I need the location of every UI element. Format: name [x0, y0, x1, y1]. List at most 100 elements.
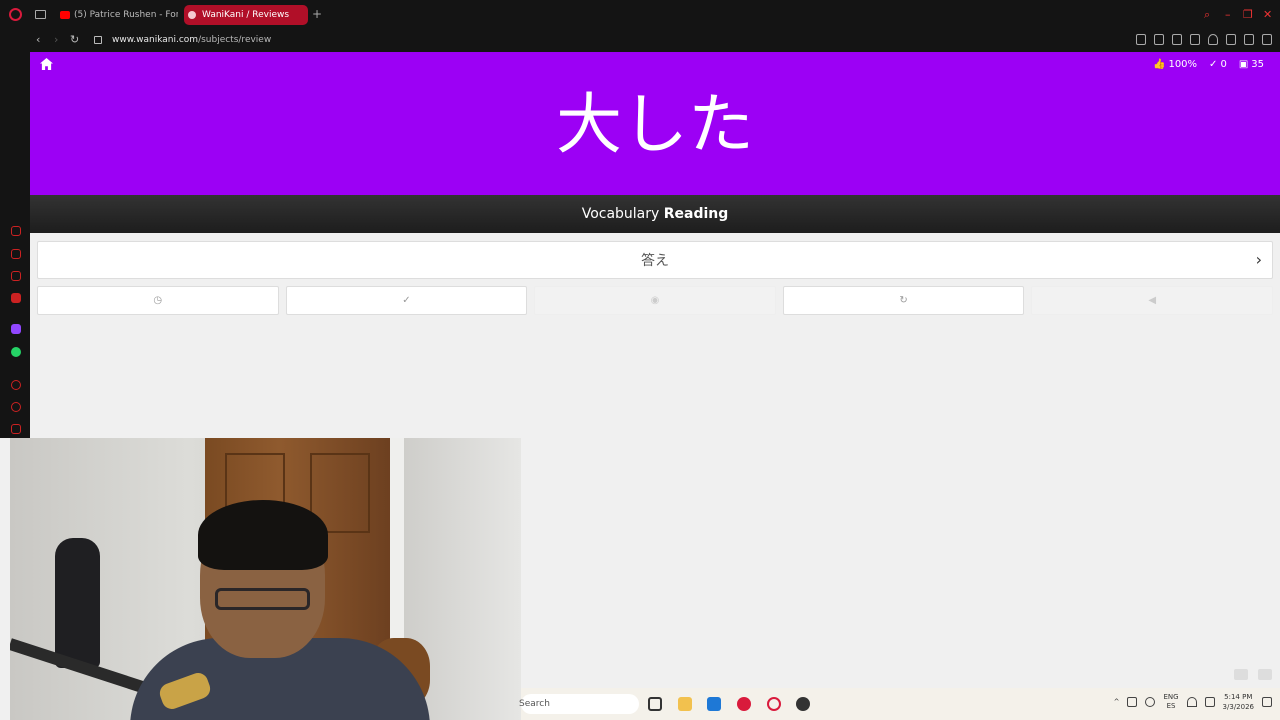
profile-icon[interactable] [1226, 34, 1236, 45]
tab-youtube-label: (5) Patrice Rushen - Forge [74, 10, 178, 20]
pin-icon[interactable] [1136, 34, 1146, 45]
tray-chevron-icon[interactable]: ^ [1114, 698, 1120, 706]
webcam-person-hair [198, 500, 328, 570]
os-taskbar: Search ^ ENG ES 5:14 PM 3/3/2026 [519, 688, 1280, 720]
history-icon[interactable] [11, 402, 21, 412]
item-info-button[interactable]: ◉ [534, 286, 776, 315]
checkmark-icon: ✓ [402, 295, 411, 306]
vpn-icon[interactable] [1172, 34, 1182, 45]
twitch-icon[interactable] [11, 324, 21, 334]
close-icon[interactable]: ✕ [1263, 9, 1272, 20]
lock-icon [94, 36, 102, 44]
file-explorer-icon[interactable] [678, 697, 692, 711]
workspaces-icon[interactable] [11, 249, 21, 259]
obs-icon[interactable] [796, 697, 810, 711]
browser-tab-bar: (5) Patrice Rushen - Forge WaniKani / Re… [0, 0, 1280, 29]
address-bar: ‹ › ↻ www.wanikani.com/subjects/review [0, 29, 1280, 52]
eye-icon: ◉ [650, 295, 660, 306]
webcam-person-glasses [215, 588, 310, 610]
opera-menu-icon[interactable] [9, 8, 22, 21]
back-icon[interactable]: ‹ [36, 34, 40, 45]
player-icon[interactable] [1190, 34, 1200, 45]
forward-icon[interactable]: › [54, 34, 58, 45]
question-type-subject: Vocabulary [581, 206, 660, 222]
clock-date: 3/3/2026 [1222, 703, 1254, 711]
opera-gx-icon[interactable] [737, 697, 751, 711]
additional-actions: ◷ ✓ ◉ ↻ ◀ [37, 286, 1273, 315]
submit-chevron-icon[interactable]: › [1256, 251, 1262, 269]
tab-wanikani-label: WaniKani / Reviews [202, 10, 290, 20]
audio-button[interactable]: ◀ [1031, 286, 1273, 315]
player-sidebar-icon[interactable] [11, 380, 21, 390]
restore-icon[interactable]: ❐ [1243, 9, 1253, 20]
taskbar-clock[interactable]: 5:14 PM 3/3/2026 [1223, 692, 1254, 712]
check-icon: ✓ [1209, 59, 1218, 70]
menu-icon[interactable] [1262, 34, 1272, 45]
wifi-icon[interactable] [1186, 697, 1197, 707]
notifications-icon[interactable] [1262, 697, 1272, 707]
system-tray: ^ ENG ES 5:14 PM 3/3/2026 [1114, 692, 1272, 712]
extensions-icon[interactable] [11, 424, 21, 434]
wrap-up-button[interactable]: ✓ [285, 286, 528, 315]
heart-icon[interactable] [1208, 34, 1218, 45]
webcam-guitar-case [55, 538, 100, 668]
gmail-icon[interactable] [11, 293, 21, 303]
taskbar-search-label: Search [519, 699, 550, 709]
question-type-category: Reading [663, 206, 729, 222]
whatsapp-icon[interactable] [11, 347, 21, 357]
url-host: www.wanikani.com [112, 35, 199, 45]
question-type: Vocabulary Reading [30, 195, 1280, 233]
minimize-icon[interactable]: – [1225, 9, 1231, 20]
language-indicator[interactable]: ENG ES [1163, 693, 1178, 711]
tab-youtube[interactable]: (5) Patrice Rushen - Forge [56, 5, 178, 25]
reload-icon[interactable]: ↻ [70, 34, 79, 45]
language-secondary: ES [1166, 702, 1176, 710]
url-field[interactable]: www.wanikani.com/subjects/review [112, 35, 271, 45]
new-tab-button[interactable]: + [312, 8, 322, 20]
home-icon[interactable] [40, 58, 53, 70]
keyboard-icon[interactable] [1234, 669, 1248, 680]
url-path: /subjects/review [198, 35, 272, 45]
tab-manager-icon[interactable] [35, 10, 46, 19]
last-items-button[interactable]: ◷ [37, 286, 279, 315]
remaining-stat: ▣ 35 [1239, 59, 1264, 70]
volume-icon[interactable] [1204, 697, 1215, 707]
youtube-favicon-icon [60, 11, 70, 19]
remaining-value: 35 [1251, 59, 1264, 70]
clock-time: 5:14 PM [1224, 693, 1253, 701]
chat-icon[interactable] [1258, 669, 1272, 680]
review-character: 大した [556, 86, 754, 163]
undo-icon: ↻ [899, 295, 908, 306]
network-off-icon[interactable] [1127, 697, 1138, 707]
download-icon[interactable] [1244, 34, 1254, 45]
messenger-icon[interactable] [11, 271, 21, 281]
taskbar-search[interactable]: Search [519, 694, 639, 714]
webcam-overlay [10, 438, 521, 720]
search-icon[interactable]: ⌕ [1204, 9, 1210, 20]
store-icon[interactable] [707, 697, 721, 711]
accuracy-value: 100% [1168, 59, 1198, 70]
language-primary: ENG [1163, 693, 1179, 701]
mic-icon[interactable] [1145, 697, 1156, 707]
browser-sidebar [0, 52, 30, 438]
undo-button[interactable]: ↻ [782, 286, 1025, 315]
review-stats: 👍 100% ✓ 0 ▣ 35 [1153, 59, 1264, 70]
inbox-icon: ▣ [1238, 59, 1249, 70]
completed-value: 0 [1220, 59, 1227, 70]
tab-wanikani[interactable]: WaniKani / Reviews [184, 5, 308, 25]
opera-taskbar-icon[interactable] [767, 697, 781, 711]
clock-icon: ◷ [153, 295, 163, 306]
completed-stat: ✓ 0 [1209, 59, 1227, 70]
aria-icon[interactable] [11, 226, 21, 236]
speaker-icon: ◀ [1148, 295, 1157, 306]
wanikani-favicon-icon [188, 11, 196, 19]
answer-form: › [37, 241, 1273, 279]
snapshot-icon[interactable] [1154, 34, 1164, 45]
bottom-icons [1234, 669, 1272, 680]
browser-toolbar-icons [1136, 34, 1272, 45]
character-header: 👍 100% ✓ 0 ▣ 35 大した [30, 52, 1280, 195]
thumbs-up-icon: 👍 [1153, 59, 1166, 70]
task-view-icon[interactable] [648, 697, 662, 711]
answer-input[interactable] [38, 242, 1272, 278]
accuracy-stat: 👍 100% [1153, 59, 1197, 70]
